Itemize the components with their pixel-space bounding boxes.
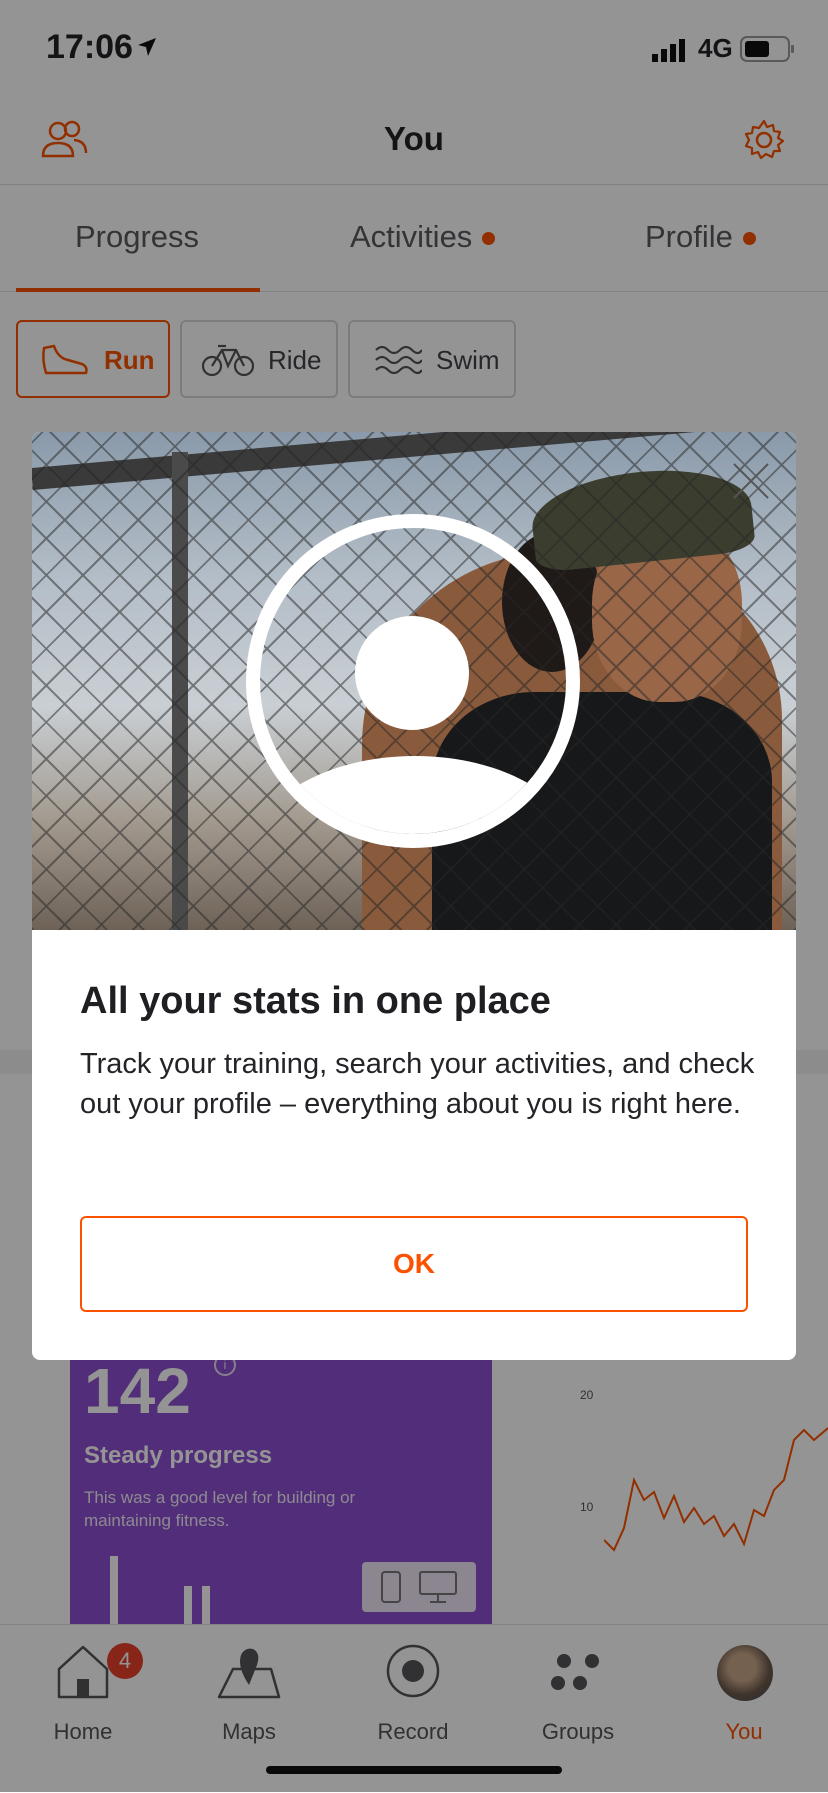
modal-title: All your stats in one place [80, 980, 551, 1022]
profile-placeholder-icon [246, 514, 580, 848]
onboarding-modal: All your stats in one place Track your t… [32, 432, 796, 1360]
close-icon[interactable] [728, 458, 774, 504]
ok-button[interactable]: OK [80, 1216, 748, 1312]
hero-photo [32, 432, 796, 930]
profile-head [355, 616, 469, 730]
modal-description: Track your training, search your activit… [80, 1048, 755, 1120]
